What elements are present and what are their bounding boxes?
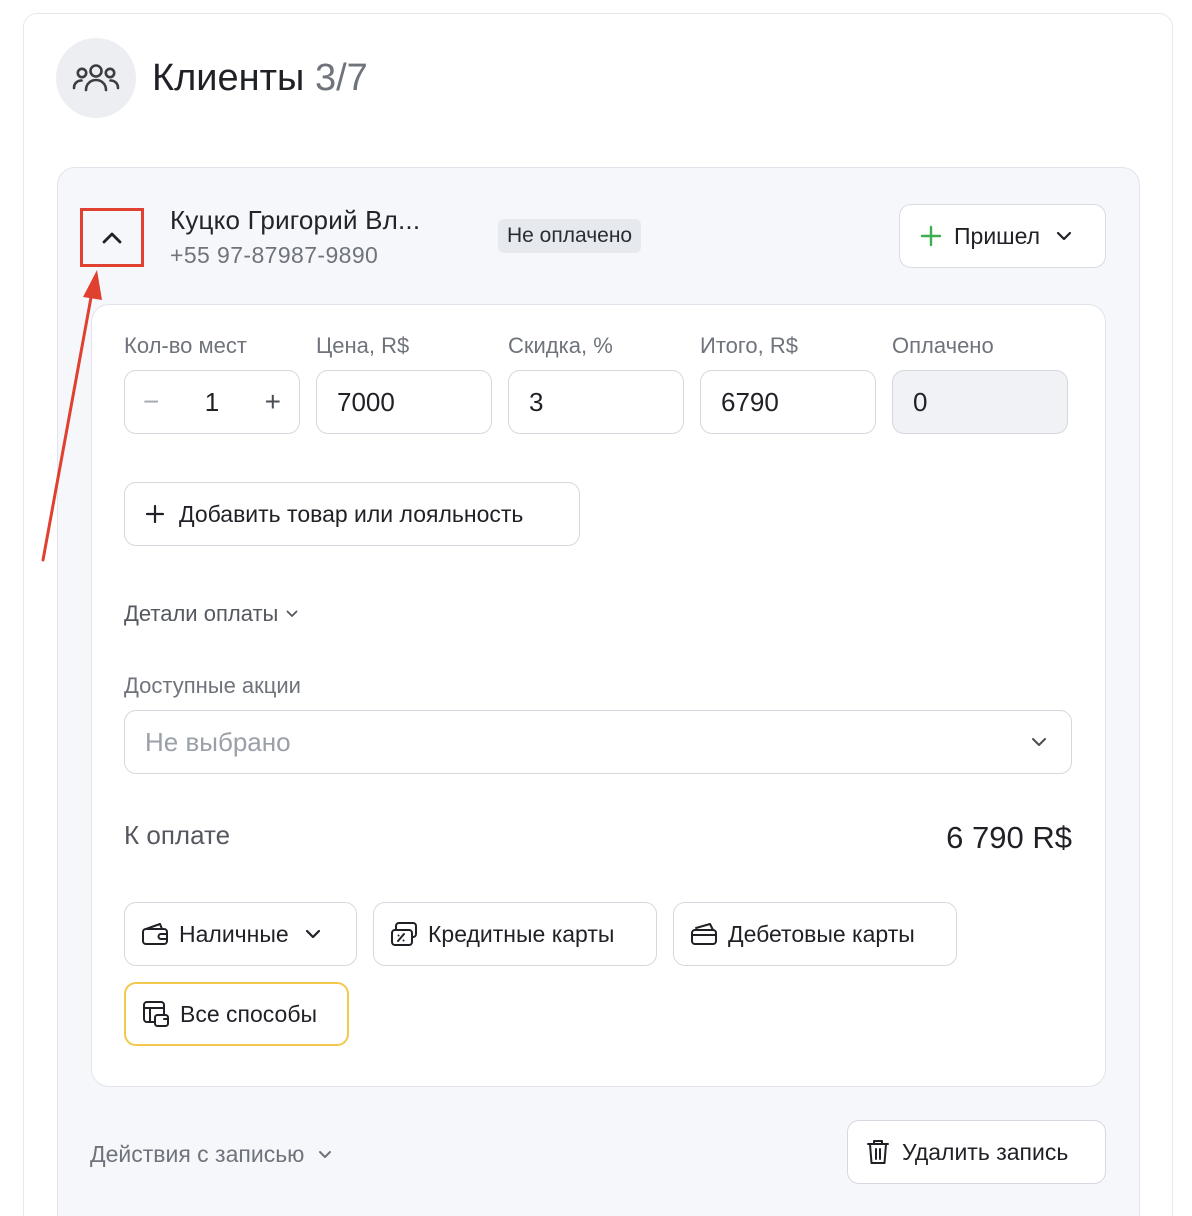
payment-method-all-label: Все способы xyxy=(180,1000,318,1027)
chevron-down-icon xyxy=(286,610,298,617)
discount-input[interactable]: 3 xyxy=(508,370,684,434)
client-phone: +55 97-87987-9890 xyxy=(170,242,379,268)
page-title-text: Клиенты xyxy=(152,57,305,99)
chevron-down-icon xyxy=(305,929,320,939)
discount-label: Скидка, % xyxy=(508,333,613,358)
came-status-button[interactable]: Пришел xyxy=(899,204,1106,268)
debit-card-icon xyxy=(691,923,717,945)
promotions-select[interactable]: Не выбрано xyxy=(124,710,1072,774)
seats-decrement-button[interactable]: − xyxy=(143,386,159,418)
trash-icon xyxy=(867,1140,889,1164)
paid-input: 0 xyxy=(892,370,1068,434)
chevron-down-icon xyxy=(1056,231,1072,241)
paid-label: Оплачено xyxy=(892,333,994,358)
total-label: Итого, R$ xyxy=(700,333,799,358)
price-label: Цена, R$ xyxy=(316,333,410,358)
delete-record-button[interactable]: Удалить запись xyxy=(847,1120,1106,1184)
payment-method-credit[interactable]: Кредитные карты xyxy=(373,902,657,966)
promotions-label: Доступные акции xyxy=(124,673,301,698)
record-actions-toggle[interactable]: Действия с записью xyxy=(90,1138,332,1170)
chevron-down-icon xyxy=(1032,738,1046,746)
seats-increment-button[interactable]: + xyxy=(265,386,281,418)
seats-stepper: − 1 + xyxy=(124,370,300,434)
payment-details-toggle[interactable]: Детали оплаты xyxy=(124,599,298,629)
record-actions-label: Действия с записью xyxy=(90,1141,305,1167)
add-product-button[interactable]: Добавить товар или лояльность xyxy=(124,482,580,546)
plus-icon xyxy=(145,504,165,524)
chevron-up-icon xyxy=(102,232,122,243)
wallet-icon xyxy=(142,923,168,945)
payment-method-credit-label: Кредитные карты xyxy=(428,920,615,947)
add-product-label: Добавить товар или лояльность xyxy=(179,500,524,527)
payment-method-all[interactable]: Все способы xyxy=(124,982,349,1046)
promotions-placeholder: Не выбрано xyxy=(145,726,291,757)
chevron-down-icon xyxy=(319,1150,332,1158)
seats-value[interactable]: 1 xyxy=(205,387,219,418)
price-input[interactable]: 7000 xyxy=(316,370,492,434)
payment-method-cash[interactable]: Наличные xyxy=(124,902,357,966)
all-methods-icon xyxy=(143,1001,169,1027)
users-group-icon xyxy=(72,64,120,92)
clients-avatar xyxy=(56,38,136,118)
to-pay-amount: 6 790 R$ xyxy=(946,820,1072,855)
came-status-label: Пришел xyxy=(954,222,1041,249)
page-title: Клиенты 3/7 xyxy=(152,56,368,100)
delete-record-label: Удалить запись xyxy=(902,1138,1069,1165)
credit-card-icon xyxy=(391,922,417,946)
total-input[interactable]: 6790 xyxy=(700,370,876,434)
payment-method-debit-label: Дебетовые карты xyxy=(728,920,915,947)
payment-details-label: Детали оплаты xyxy=(124,601,279,626)
to-pay-label: К оплате xyxy=(124,820,231,850)
plus-icon xyxy=(920,225,942,247)
payment-method-debit[interactable]: Дебетовые карты xyxy=(673,902,957,966)
payment-method-cash-label: Наличные xyxy=(179,920,289,947)
collapse-button[interactable] xyxy=(80,208,144,267)
clients-count: 3/7 xyxy=(314,57,368,99)
seats-label: Кол-во мест xyxy=(124,333,247,358)
client-name: Куцко Григорий Вл... xyxy=(170,205,421,235)
payment-status-badge: Не оплачено xyxy=(498,219,642,253)
